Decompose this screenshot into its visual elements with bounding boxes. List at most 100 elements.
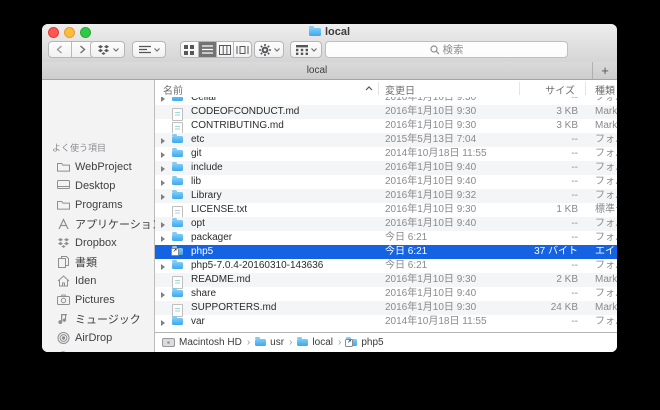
action-menu-button[interactable]: [254, 41, 284, 58]
file-row[interactable]: var 2014年10月18日 11:55 -- フォル: [155, 315, 617, 329]
file-row[interactable]: php5-7.0.4-20160310-143636 今日 6:21 -- フォ…: [155, 259, 617, 273]
file-row[interactable]: packager 今日 6:21 -- フォル: [155, 231, 617, 245]
chevron-down-icon: [153, 47, 160, 52]
folder-icon: [172, 189, 183, 199]
file-name: Library: [191, 190, 222, 201]
file-name: CODEOFCONDUCT.md: [191, 106, 300, 117]
list-view-button[interactable]: [197, 42, 216, 57]
disclosure-triangle-icon[interactable]: [161, 137, 165, 144]
column-divider[interactable]: [585, 82, 586, 95]
path-item-usr[interactable]: usr: [255, 336, 284, 348]
disclosure-triangle-icon[interactable]: [161, 263, 165, 270]
tags-menu-button[interactable]: [290, 41, 322, 58]
documents-icon: [56, 255, 70, 269]
item-arrangement-button[interactable]: [132, 41, 166, 58]
file-row[interactable]: SUPPORTERS.md 2016年1月10日 9:30 24 KB Mark: [155, 301, 617, 317]
back-button[interactable]: [49, 42, 71, 57]
sidebar-item-music[interactable]: ミュージック: [42, 309, 155, 328]
path-item-label: Macintosh HD: [179, 337, 242, 348]
coverflow-view-button[interactable]: [233, 42, 251, 57]
sidebar-item-pictures[interactable]: Pictures: [42, 290, 155, 309]
file-date: 2016年1月10日 9:30: [385, 204, 477, 215]
disclosure-triangle-icon[interactable]: [161, 221, 165, 228]
sidebar-item-label: AirDrop: [75, 331, 113, 344]
downloads-icon: [56, 350, 70, 352]
folder-icon: [172, 133, 183, 143]
sidebar-item-programs[interactable]: Programs: [42, 195, 155, 214]
file-row[interactable]: opt 2016年1月10日 9:40 -- フォル: [155, 217, 617, 231]
file-size: 3 KB: [556, 106, 578, 117]
new-tab-button[interactable]: +: [592, 62, 617, 79]
file-row[interactable]: README.md 2016年1月10日 9:30 2 KB Mark: [155, 273, 617, 289]
sidebar-item-airdrop[interactable]: AirDrop: [42, 328, 155, 347]
folder-icon: [172, 217, 183, 227]
file-date: 今日 6:21: [385, 232, 428, 243]
file-kind: 標準テ: [595, 204, 617, 215]
search-input[interactable]: 検索: [325, 41, 568, 58]
sidebar-item-downloads[interactable]: Downloads: [42, 347, 155, 352]
file-kind: フォル: [595, 260, 617, 271]
file-row[interactable]: share 2016年1月10日 9:40 -- フォル: [155, 287, 617, 301]
file-size: --: [571, 134, 578, 145]
file-row[interactable]: lib 2016年1月10日 9:40 -- フォル: [155, 175, 617, 189]
sidebar: よく使う項目 WebProject Desktop Programs アプリケー…: [42, 80, 163, 352]
column-header-date[interactable]: 変更日: [385, 82, 415, 97]
file-row[interactable]: CONTRIBUTING.md 2016年1月10日 9:30 3 KB Mar…: [155, 119, 617, 135]
sidebar-item-applications[interactable]: アプリケーション: [42, 214, 163, 233]
tab-bar: local +: [42, 62, 617, 80]
column-header-name[interactable]: 名前: [163, 82, 183, 97]
disclosure-triangle-icon[interactable]: [161, 193, 165, 200]
file-row-selected[interactable]: ↗ php5 今日 6:21 37 バイト エイリ: [155, 245, 617, 259]
disclosure-triangle-icon[interactable]: [161, 151, 165, 158]
path-item-label: php5: [361, 337, 384, 348]
path-bar: Macintosh HD › usr › local › ↗ php5: [155, 332, 617, 352]
sidebar-item-iden[interactable]: Iden: [42, 271, 155, 290]
column-header-kind[interactable]: 種類: [595, 82, 615, 97]
file-row[interactable]: LICENSE.txt 2016年1月10日 9:30 1 KB 標準テ: [155, 203, 617, 219]
file-row[interactable]: etc 2015年5月13日 7:04 -- フォル: [155, 133, 617, 147]
disclosure-triangle-icon[interactable]: [161, 235, 165, 242]
disclosure-triangle-icon[interactable]: [161, 179, 165, 186]
column-view-button[interactable]: [215, 42, 234, 57]
file-kind: エイリ: [595, 246, 617, 257]
plus-icon: +: [601, 63, 609, 78]
disclosure-triangle-icon[interactable]: [161, 165, 165, 172]
icon-view-button[interactable]: [181, 42, 198, 57]
folder-icon: [172, 175, 183, 185]
folder-icon: [56, 198, 70, 212]
file-row[interactable]: include 2016年1月10日 9:40 -- フォル: [155, 161, 617, 175]
file-name: php5-7.0.4-20160310-143636: [191, 260, 324, 271]
disclosure-triangle-icon[interactable]: [161, 97, 165, 102]
disclosure-triangle-icon[interactable]: [161, 291, 165, 298]
desktop: { "window": { "title": "local" }, "toolb…: [0, 0, 660, 410]
file-row[interactable]: git 2014年10月18日 11:55 -- フォル: [155, 147, 617, 161]
disclosure-triangle-icon[interactable]: [161, 319, 165, 326]
file-size: --: [571, 148, 578, 159]
file-date: 2016年1月10日 9:40: [385, 176, 477, 187]
column-header-size[interactable]: サイズ: [545, 82, 575, 97]
file-size: --: [571, 260, 578, 271]
chevron-left-icon: [56, 45, 63, 54]
path-item-macintosh-hd[interactable]: Macintosh HD: [162, 337, 242, 348]
path-item-local[interactable]: local: [297, 336, 333, 348]
path-item-php5[interactable]: ↗ php5: [345, 336, 384, 348]
file-size: 2 KB: [556, 274, 578, 285]
alias-folder-icon: ↗: [171, 245, 183, 256]
alias-badge-icon: ↗: [171, 248, 179, 256]
file-date: 2016年1月10日 9:40: [385, 288, 477, 299]
dropbox-menu-button[interactable]: [90, 41, 125, 58]
file-kind: フォル: [595, 97, 617, 103]
file-row[interactable]: Library 2016年1月10日 9:32 -- フォル: [155, 189, 617, 203]
file-row[interactable]: CODEOFCONDUCT.md 2016年1月10日 9:30 3 KB Ma…: [155, 105, 617, 121]
column-divider[interactable]: [378, 82, 379, 95]
sidebar-item-documents[interactable]: 書類: [42, 252, 155, 271]
file-name: share: [191, 288, 217, 299]
tab-local[interactable]: local: [42, 62, 592, 79]
sidebar-item-dropbox[interactable]: Dropbox: [42, 233, 155, 252]
column-divider[interactable]: [519, 82, 520, 95]
file-date: 2014年10月18日 11:55: [385, 148, 487, 159]
sidebar-item-desktop[interactable]: Desktop: [42, 176, 155, 195]
file-row[interactable]: Cellar 2016年1月10日 9:30 -- フォル: [155, 97, 617, 105]
file-name: Cellar: [191, 97, 218, 103]
sidebar-item-webproject[interactable]: WebProject: [42, 157, 155, 176]
